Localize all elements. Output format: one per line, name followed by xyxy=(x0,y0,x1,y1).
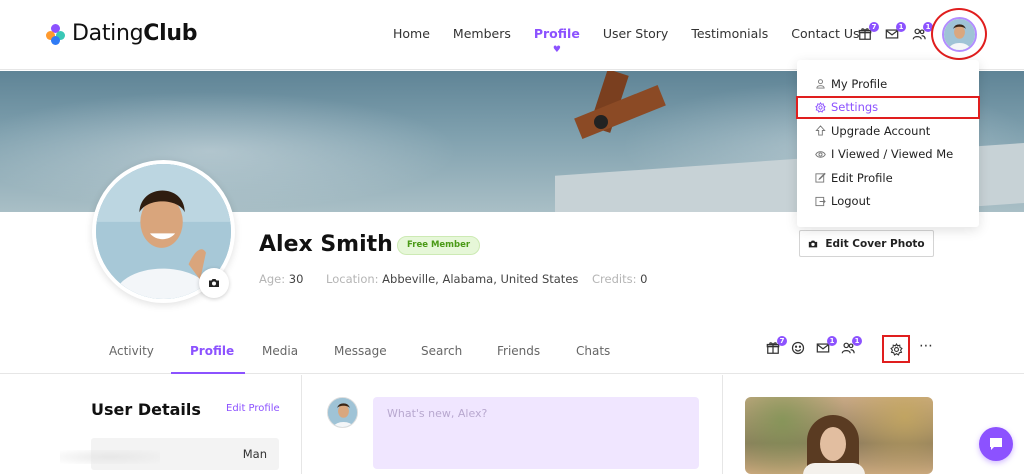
gift-icon[interactable]: 7 xyxy=(766,336,787,355)
active-tab-indicator xyxy=(171,372,245,374)
main-nav: Home Members Profile ♥ User Story Testimo… xyxy=(393,26,883,55)
menu-item-my-profile[interactable]: My Profile xyxy=(797,72,979,96)
site-logo[interactable]: DatingClub xyxy=(46,21,197,46)
settings-gear-button[interactable] xyxy=(882,335,910,363)
tab-media[interactable]: Media xyxy=(262,344,298,358)
heart-icon: ♥ xyxy=(552,45,561,55)
tab-chats[interactable]: Chats xyxy=(576,344,610,358)
blurred-label xyxy=(60,450,160,464)
membership-badge: Free Member xyxy=(397,236,481,255)
more-options-icon[interactable]: ⋯ xyxy=(919,338,934,354)
gender-value: Man xyxy=(242,447,267,461)
nav-home[interactable]: Home xyxy=(393,26,430,41)
friends-icon[interactable]: 1 xyxy=(841,336,862,355)
tab-friends[interactable]: Friends xyxy=(497,344,540,358)
user-details-edit-link[interactable]: Edit Profile xyxy=(226,403,280,414)
menu-item-settings[interactable]: Settings xyxy=(796,95,980,119)
gift-badge: 7 xyxy=(777,336,787,346)
menu-item-label: Settings xyxy=(831,100,879,115)
nav-testimonials[interactable]: Testimonials xyxy=(691,26,768,41)
menu-item-label: I Viewed / Viewed Me xyxy=(831,147,954,162)
gear-icon xyxy=(815,101,826,113)
menu-item-edit-profile[interactable]: Edit Profile xyxy=(797,166,979,190)
mail-icon[interactable]: 1 xyxy=(816,336,837,355)
menu-item-label: My Profile xyxy=(831,76,888,91)
chat-bubble-icon xyxy=(990,438,1002,450)
menu-item-label: Edit Profile xyxy=(831,170,893,185)
tab-profile[interactable]: Profile xyxy=(190,344,234,358)
profile-age: Age: 30 xyxy=(259,272,304,286)
member-photo-card[interactable] xyxy=(745,397,933,474)
column-divider xyxy=(301,375,302,474)
camera-icon xyxy=(809,240,818,247)
eye-icon xyxy=(815,149,826,160)
nav-user-story[interactable]: User Story xyxy=(603,26,669,41)
nav-members[interactable]: Members xyxy=(453,26,511,41)
logo-icon xyxy=(46,23,66,45)
header-avatar[interactable] xyxy=(942,17,977,52)
whats-new-input[interactable] xyxy=(373,397,699,469)
profile-location: Location: Abbeville, Alabama, United Sta… xyxy=(326,272,579,286)
profile-tabs: Activity Profile Media Message Search Fr… xyxy=(0,330,1024,374)
tab-activity[interactable]: Activity xyxy=(109,344,154,358)
edit-icon xyxy=(815,172,826,183)
menu-item-viewed[interactable]: I Viewed / Viewed Me xyxy=(797,143,979,167)
mail-badge: 1 xyxy=(896,22,906,32)
menu-item-upgrade-account[interactable]: Upgrade Account xyxy=(797,119,979,143)
column-divider xyxy=(722,375,723,474)
logout-icon xyxy=(815,196,826,207)
gear-icon xyxy=(889,342,903,356)
menu-item-label: Upgrade Account xyxy=(831,123,931,138)
upgrade-icon xyxy=(815,125,826,136)
mail-badge: 1 xyxy=(827,336,837,346)
nav-contact-us[interactable]: Contact Us xyxy=(791,26,859,41)
friends-badge: 1 xyxy=(852,336,862,346)
chat-button[interactable] xyxy=(979,427,1013,461)
smiley-icon[interactable] xyxy=(791,341,805,355)
profile-dropdown-menu: My Profile Settings Upgrade Account I Vi… xyxy=(796,60,980,227)
profile-name: Alex Smith xyxy=(259,232,393,257)
change-avatar-button[interactable] xyxy=(199,268,229,298)
menu-item-label: Logout xyxy=(831,194,871,209)
tab-search[interactable]: Search xyxy=(421,344,462,358)
camera-icon xyxy=(209,279,219,287)
logo-text: DatingClub xyxy=(72,21,198,46)
post-author-avatar xyxy=(327,397,358,428)
user-icon xyxy=(815,78,826,89)
edit-cover-photo-button[interactable]: Edit Cover Photo xyxy=(799,230,934,257)
menu-item-logout[interactable]: Logout xyxy=(797,190,979,214)
nav-profile[interactable]: Profile ♥ xyxy=(533,26,580,55)
profile-action-icons: 7 1 1 xyxy=(766,336,866,355)
gift-badge: 7 xyxy=(869,22,879,32)
tab-message[interactable]: Message xyxy=(334,344,387,358)
user-details-title: User Details xyxy=(91,400,201,419)
edit-cover-label: Edit Cover Photo xyxy=(825,237,925,250)
gift-icon[interactable]: 7 xyxy=(858,22,879,41)
nav-profile-label: Profile xyxy=(533,26,580,41)
friends-icon[interactable]: 1 xyxy=(912,22,933,41)
profile-credits: Credits: 0 xyxy=(592,272,648,286)
header-icons: 7 1 1 xyxy=(858,22,939,41)
mail-icon[interactable]: 1 xyxy=(885,22,906,41)
